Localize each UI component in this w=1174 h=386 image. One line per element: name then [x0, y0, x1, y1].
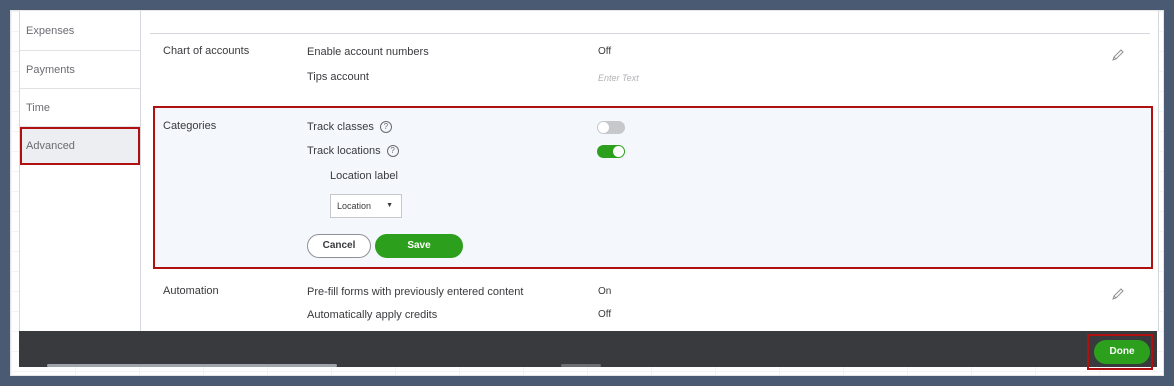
apply-credits-value: Off — [598, 309, 612, 320]
cancel-button[interactable]: Cancel — [307, 234, 371, 258]
sidebar-item-time[interactable]: Time — [20, 89, 140, 127]
tips-account-placeholder: Enter Text — [598, 73, 639, 83]
location-select-value: Location — [337, 201, 372, 211]
categories-section: Categories Track classes? Track location… — [153, 106, 1153, 269]
caret-down-icon: ▼ — [386, 202, 393, 209]
automation-title: Automation — [163, 285, 219, 297]
chart-of-accounts-title: Chart of accounts — [163, 45, 250, 57]
settings-sidebar: Expenses Payments Time Advanced — [20, 11, 141, 331]
prefill-forms-label: Pre-fill forms with previously entered c… — [307, 286, 524, 298]
toggle-knob — [598, 122, 609, 133]
horizontal-scrollbar[interactable] — [47, 364, 337, 367]
done-button[interactable]: Done — [1094, 340, 1150, 364]
sidebar-item-expenses[interactable]: Expenses — [20, 11, 140, 51]
settings-window: Expenses Payments Time Advanced Chart of… — [10, 10, 1164, 376]
location-label-select[interactable]: Location ▼ — [330, 194, 402, 218]
track-locations-toggle[interactable] — [597, 145, 625, 158]
pencil-icon[interactable] — [1111, 48, 1125, 62]
track-locations-label: Track locations — [307, 145, 381, 157]
categories-title: Categories — [163, 120, 217, 132]
sidebar-item-payments[interactable]: Payments — [20, 51, 140, 89]
done-highlight: Done — [1087, 334, 1153, 370]
enable-account-numbers-value: Off — [598, 46, 612, 57]
help-icon[interactable]: ? — [386, 145, 399, 158]
prefill-forms-value: On — [598, 286, 612, 297]
apply-credits-label: Automatically apply credits — [307, 309, 438, 321]
track-classes-row: Track classes? — [307, 121, 392, 134]
settings-panel: Expenses Payments Time Advanced Chart of… — [19, 11, 1159, 331]
help-icon[interactable]: ? — [379, 121, 392, 134]
track-classes-label: Track classes — [307, 121, 374, 133]
sidebar-item-advanced[interactable]: Advanced — [20, 127, 140, 165]
scroll-handle[interactable] — [561, 364, 601, 367]
footer-bar — [19, 331, 1157, 367]
toggle-knob — [613, 146, 624, 157]
track-locations-row: Track locations? — [307, 145, 399, 158]
settings-main: Chart of accounts Enable account numbers… — [140, 11, 1158, 331]
enable-account-numbers-label: Enable account numbers — [307, 46, 429, 58]
pencil-icon[interactable] — [1111, 287, 1125, 301]
tips-account-label: Tips account — [307, 71, 369, 83]
location-label-title: Location label — [330, 170, 398, 182]
track-classes-toggle[interactable] — [597, 121, 625, 134]
save-button[interactable]: Save — [375, 234, 463, 258]
section-divider — [150, 33, 1150, 34]
